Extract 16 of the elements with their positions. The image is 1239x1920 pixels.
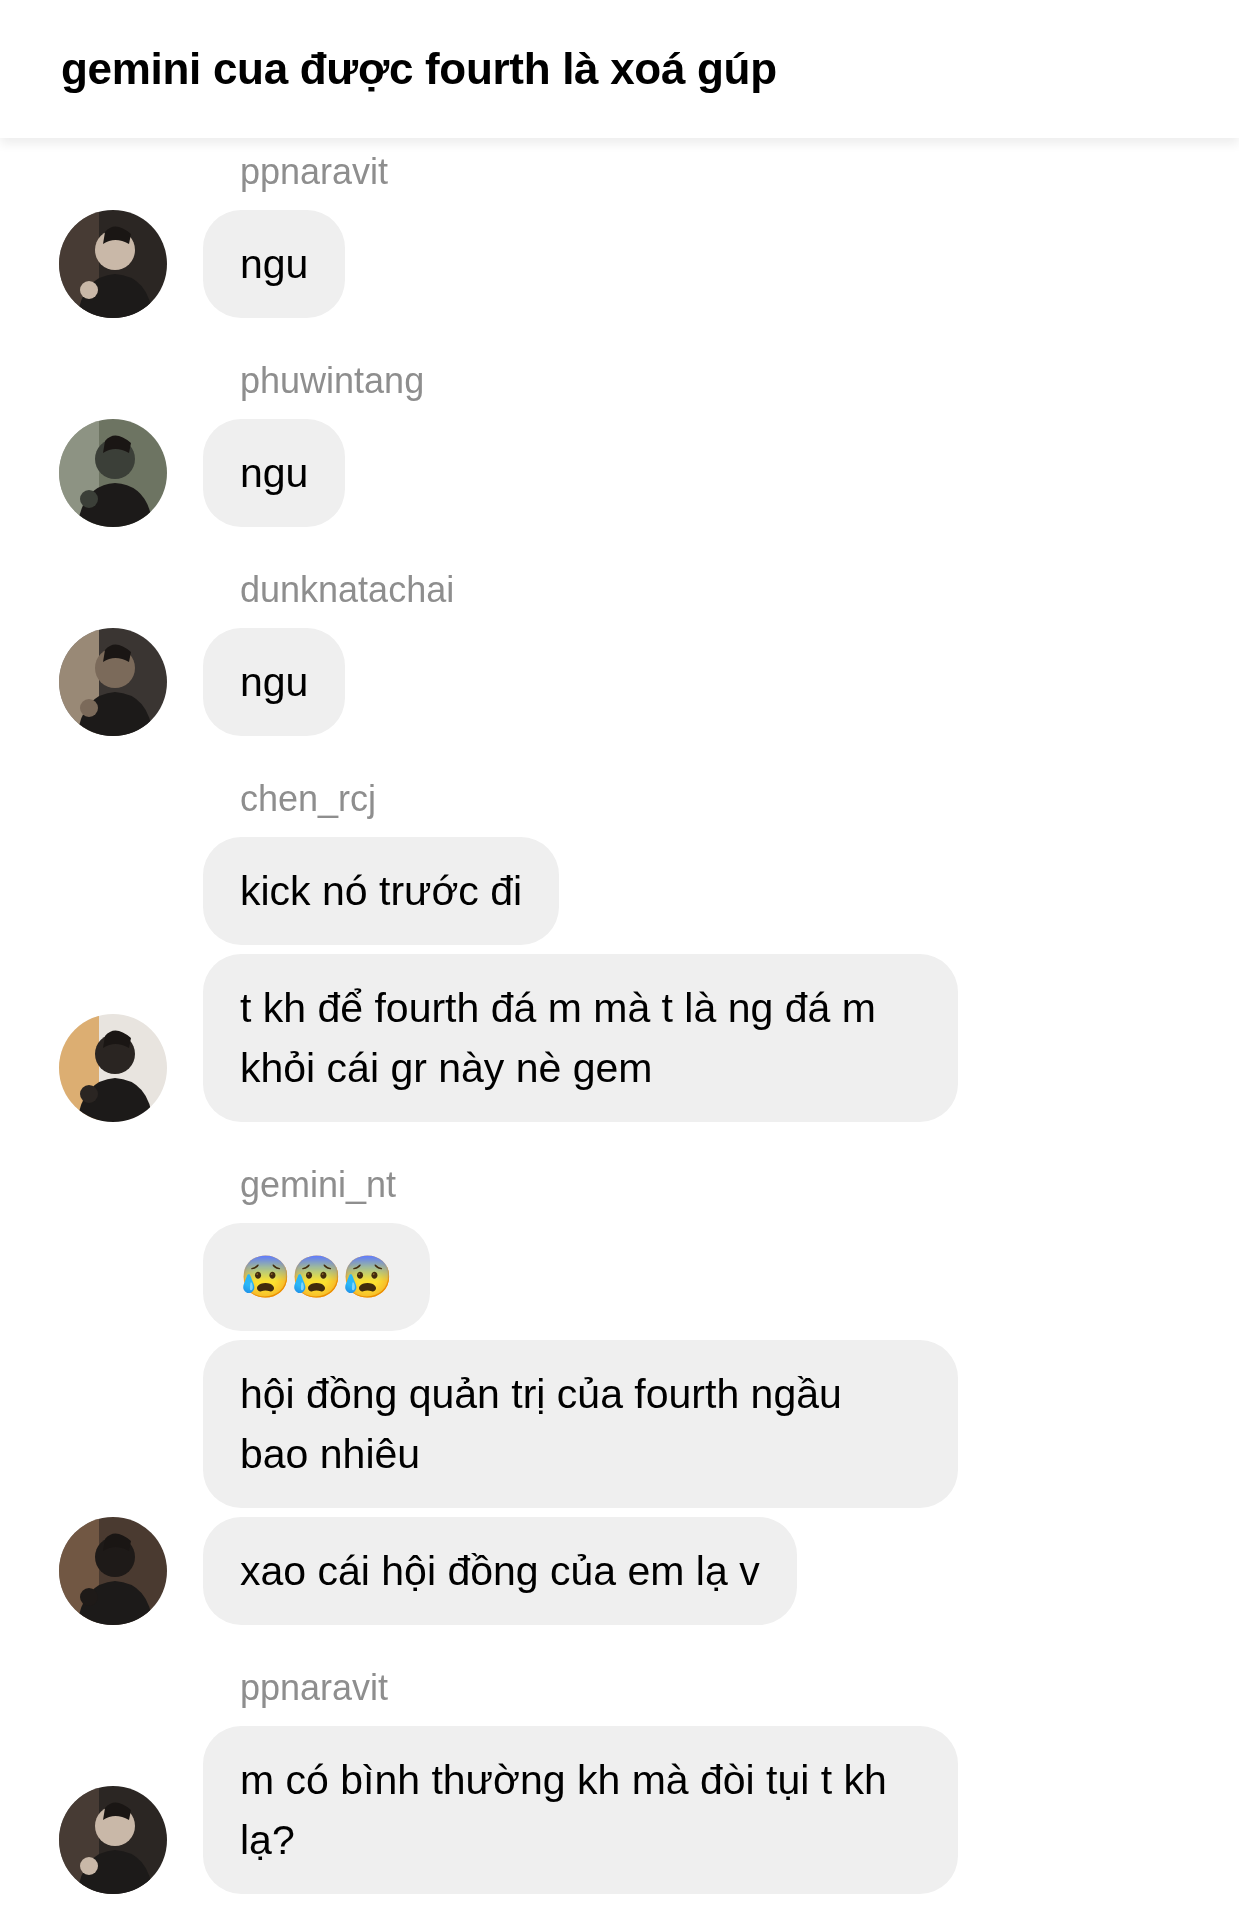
sender-name: chen_rcj [240,777,378,821]
message-bubble: 😰😰😰 [203,1223,430,1331]
message-bubble: ngu [203,210,346,318]
sender-name: phuwintang [240,359,426,403]
sender-name: ppnaravit [240,150,390,194]
sender-name: ppnaravit [240,1666,390,1710]
message-bubble: ngu [203,628,346,736]
message-bubble: m có bình thường kh mà đòi tụi t kh lạ? [203,1726,958,1894]
sender-name: gemini_nt [240,1163,398,1207]
sender-name: dunknatachai [240,568,456,612]
chat-title: gemini cua được fourth là xoá gúp [61,44,777,94]
message-bubble: t kh để fourth đá m mà t là ng đá m khỏi cái gr này nè gem [203,954,958,1122]
message-bubble: xao cái hội đồng của em lạ v [203,1517,797,1625]
message-bubble: kick nó trước đi [203,837,560,945]
message-bubble: ngu [203,419,346,527]
message-bubble: hội đồng quản trị của fourth ngầu bao nhiêu [203,1340,958,1508]
